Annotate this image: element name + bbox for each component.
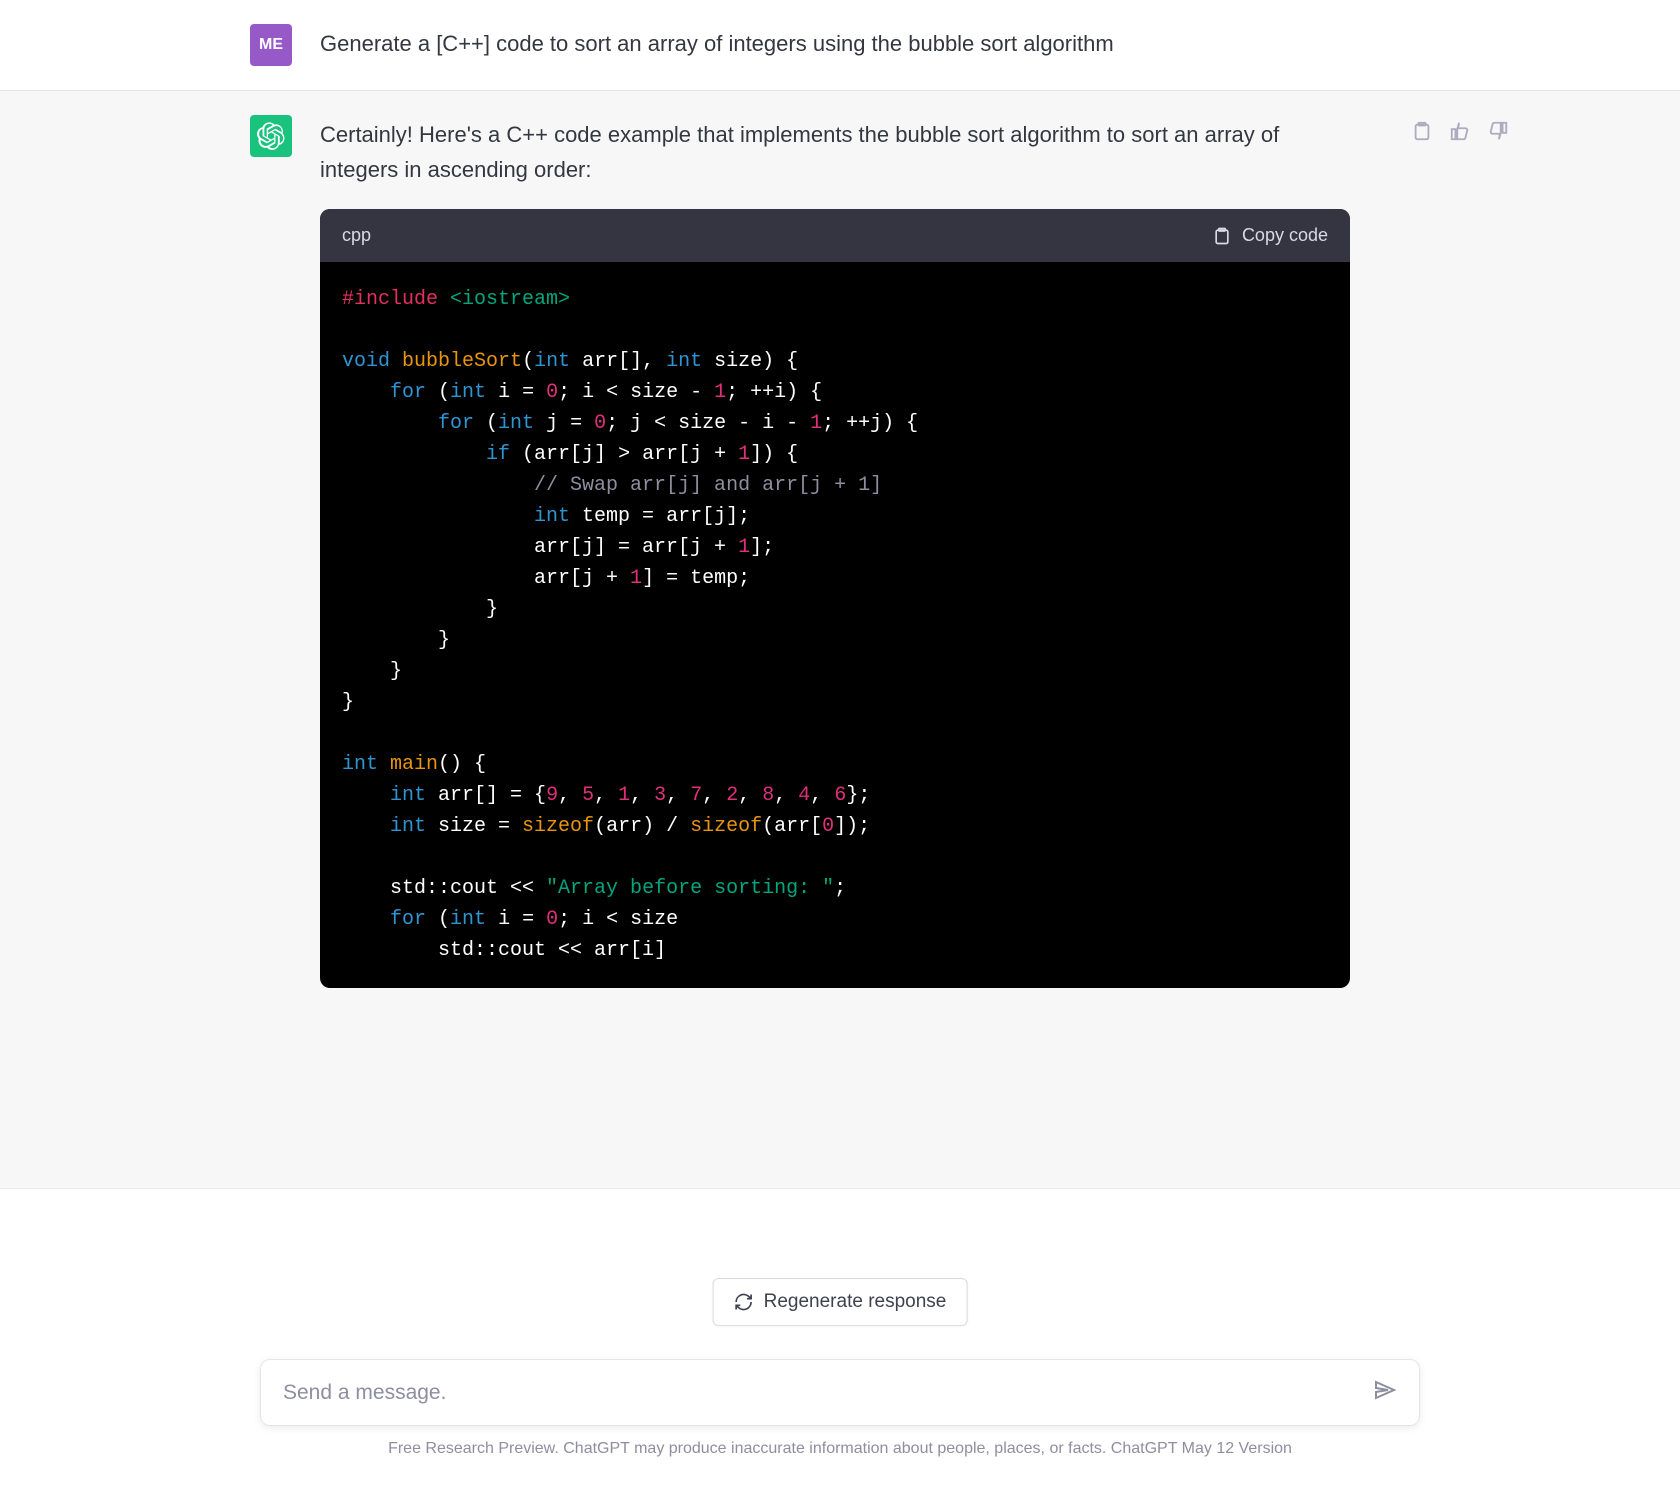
clipboard-icon (1212, 226, 1232, 246)
thumbs-up-button[interactable] (1448, 119, 1472, 143)
clipboard-icon (1411, 120, 1433, 142)
regenerate-label: Regenerate response (764, 1291, 947, 1313)
user-avatar: ME (250, 24, 292, 66)
message-input-bar (260, 1359, 1420, 1426)
footer-disclaimer: Free Research Preview. ChatGPT may produ… (260, 1440, 1420, 1458)
user-message-inner: ME Generate a [C++] code to sort an arra… (250, 24, 1430, 66)
message-input[interactable] (283, 1381, 1373, 1405)
thumbs-down-icon (1487, 120, 1509, 142)
copy-code-button[interactable]: Copy code (1212, 221, 1328, 250)
user-prompt-text: Generate a [C++] code to sort an array o… (320, 24, 1430, 61)
assistant-intro-text: Certainly! Here's a C++ code example tha… (320, 117, 1350, 187)
code-block: cpp Copy code #include <iostream> void b… (320, 209, 1350, 988)
assistant-avatar (250, 115, 292, 157)
user-avatar-label: ME (259, 36, 283, 54)
thumbs-down-button[interactable] (1486, 119, 1510, 143)
assistant-content: Certainly! Here's a C++ code example tha… (320, 115, 1430, 988)
send-icon (1373, 1378, 1397, 1402)
user-message-row: ME Generate a [C++] code to sort an arra… (0, 0, 1680, 91)
assistant-message-inner: Certainly! Here's a C++ code example tha… (250, 115, 1430, 988)
assistant-message-row: Certainly! Here's a C++ code example tha… (0, 91, 1680, 1189)
input-area: Free Research Preview. ChatGPT may produ… (0, 1319, 1680, 1458)
assistant-action-icons (1410, 119, 1510, 143)
send-button[interactable] (1373, 1378, 1397, 1407)
code-language-label: cpp (342, 221, 371, 250)
thumbs-up-icon (1449, 120, 1471, 142)
copy-message-button[interactable] (1410, 119, 1434, 143)
refresh-icon (734, 1292, 754, 1312)
code-body: #include <iostream> void bubbleSort(int … (320, 262, 1350, 988)
copy-code-label: Copy code (1242, 221, 1328, 250)
code-header: cpp Copy code (320, 209, 1350, 262)
openai-icon (257, 122, 285, 150)
